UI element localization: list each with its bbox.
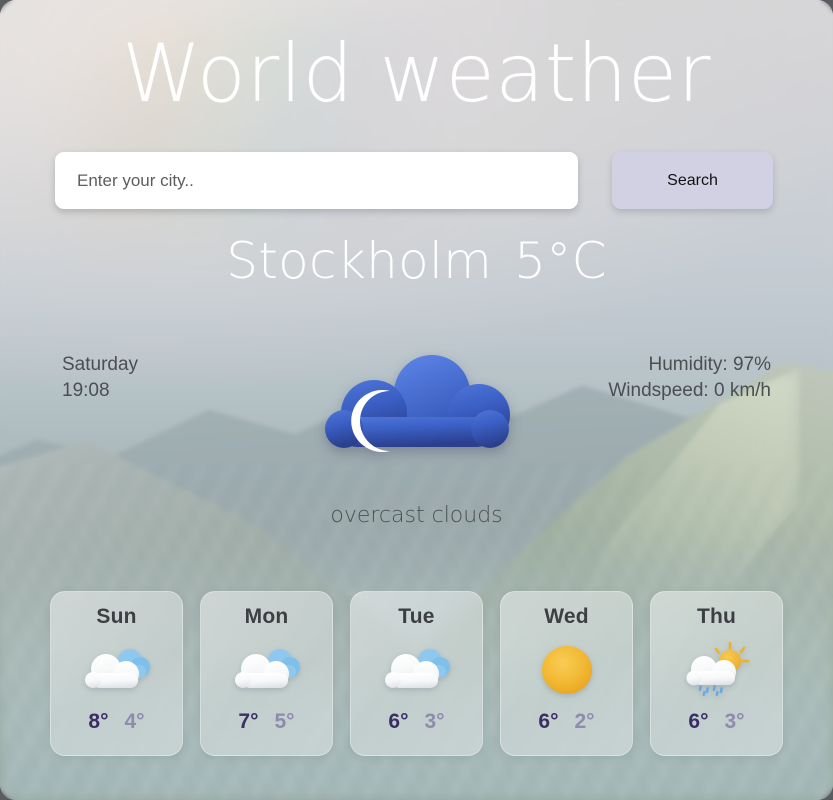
forecast-temps: 7° 5°: [238, 710, 294, 734]
forecast-high: 6°: [388, 710, 409, 733]
current-temperature: 5°C: [514, 232, 607, 290]
rain-sun-icon: [686, 641, 749, 697]
forecast-temps: 8° 4°: [88, 710, 144, 734]
forecast-card[interactable]: Tue 6° 3°: [350, 591, 483, 756]
forecast-high: 6°: [688, 710, 709, 733]
current-city-temperature: Stockholm 5°C: [0, 232, 833, 290]
forecast-temps: 6° 3°: [388, 710, 444, 734]
app-content: World weather Search Stockholm5°C Saturd…: [0, 0, 833, 800]
cloud-sun-icon: [234, 649, 300, 688]
forecast-day-label: Sun: [96, 605, 137, 628]
forecast-low: 4°: [124, 710, 145, 733]
forecast-card[interactable]: Sun 8° 4°: [50, 591, 183, 756]
forecast-low: 3°: [724, 710, 745, 733]
forecast-low: 3°: [424, 710, 445, 733]
sun-icon: [541, 646, 592, 694]
forecast-low: 5°: [274, 710, 295, 733]
forecast-high: 7°: [238, 710, 259, 733]
forecast-high: 6°: [538, 710, 559, 733]
current-weather-icon-wrap: [0, 355, 833, 465]
page-title: World weather: [121, 27, 712, 120]
forecast-day-label: Wed: [544, 605, 589, 628]
forecast-day-label: Thu: [696, 605, 737, 628]
forecast-day-label: Mon: [244, 605, 289, 628]
cloud-moon-icon: [325, 355, 510, 452]
forecast-card[interactable]: Thu 6° 3°: [650, 591, 783, 756]
weather-description: overcast clouds: [330, 503, 503, 528]
city-name: Stockholm: [226, 232, 493, 290]
cloud-sun-icon: [384, 649, 450, 688]
forecast-low: 2°: [574, 710, 595, 733]
search-bar: Search: [55, 152, 773, 209]
search-input[interactable]: [55, 152, 578, 209]
forecast-temps: 6° 3°: [688, 710, 744, 734]
search-button[interactable]: Search: [612, 152, 773, 209]
forecast-list: Sun 8° 4° Mon 7° 5° Tue 6° 3° Wed 6° 2° …: [50, 591, 783, 756]
forecast-day-label: Tue: [398, 605, 435, 628]
forecast-card[interactable]: Mon 7° 5°: [200, 591, 333, 756]
cloud-sun-icon: [84, 649, 150, 688]
weather-app: World weather Search Stockholm5°C Saturd…: [0, 0, 833, 800]
forecast-high: 8°: [88, 710, 109, 733]
forecast-card[interactable]: Wed 6° 2°: [500, 591, 633, 756]
forecast-temps: 6° 2°: [538, 710, 594, 734]
